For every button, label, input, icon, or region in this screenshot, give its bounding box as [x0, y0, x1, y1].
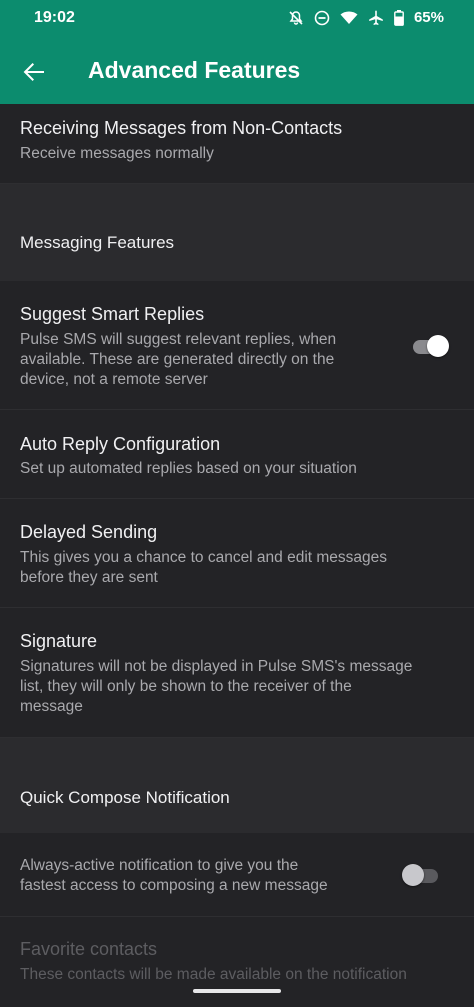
battery-icon: [394, 9, 404, 26]
pref-summary-line: Signatures will not be displayed in Puls…: [20, 658, 413, 675]
airplane-icon: [368, 10, 384, 26]
app-bar: Advanced Features: [0, 38, 474, 104]
pref-title: Suggest Smart Replies: [20, 304, 205, 324]
pref-signature[interactable]: Signature Signatures will not be display…: [0, 608, 474, 738]
pref-suggest-smart-replies[interactable]: Suggest Smart Replies Pulse SMS will sug…: [0, 281, 474, 410]
pref-summary-line: before they are sent: [20, 569, 158, 586]
pref-non-contacts[interactable]: Receiving Messages from Non-Contacts Rec…: [0, 104, 474, 184]
pref-title: Signature: [20, 631, 98, 651]
pref-summary: Set up automated replies based on your s…: [20, 460, 357, 477]
toggle-thumb: [402, 864, 424, 886]
category-messaging-features: Messaging Features: [0, 184, 474, 281]
gesture-nav-handle[interactable]: [193, 989, 281, 993]
pref-summary-line: available. These are generated directly …: [20, 351, 335, 368]
wifi-icon: [340, 10, 358, 26]
status-bar: 19:02 65%: [0, 0, 474, 38]
pref-favorite-contacts: Favorite contacts These contacts will be…: [0, 917, 474, 1007]
page-title: Advanced Features: [88, 57, 301, 83]
category-quick-compose: Quick Compose Notification: [0, 738, 474, 833]
pref-summary-line: Always-active notification to give you t…: [20, 857, 299, 874]
status-time: 19:02: [34, 9, 75, 26]
battery-percent: 65%: [413, 9, 444, 26]
category-title: Messaging Features: [20, 233, 175, 252]
pref-summary-line: device, not a remote server: [20, 371, 208, 388]
smart-replies-toggle[interactable]: [411, 335, 449, 357]
arrow-back-icon[interactable]: [20, 58, 48, 86]
status-icons: 65%: [288, 9, 444, 26]
notifications-off-icon: [288, 10, 304, 26]
category-title: Quick Compose Notification: [20, 788, 230, 807]
pref-summary-line: This gives you a chance to cancel and ed…: [20, 549, 388, 566]
pref-summary-line: Pulse SMS will suggest relevant replies,…: [20, 331, 337, 348]
pref-title: Delayed Sending: [20, 522, 158, 542]
pref-quick-compose[interactable]: Always-active notification to give you t…: [0, 833, 474, 917]
pref-summary-line: list, they will only be shown to the rec…: [20, 678, 352, 695]
pref-title: Auto Reply Configuration: [20, 434, 221, 454]
toggle-thumb: [427, 335, 449, 357]
pref-title: Favorite contacts: [20, 939, 158, 959]
pref-title: Receiving Messages from Non-Contacts: [20, 118, 343, 138]
pref-delayed-sending[interactable]: Delayed Sending This gives you a chance …: [0, 499, 474, 608]
pref-summary-line: fastest access to composing a new messag…: [20, 877, 328, 894]
pref-auto-reply-configuration[interactable]: Auto Reply Configuration Set up automate…: [0, 410, 474, 499]
pref-summary: Receive messages normally: [20, 145, 214, 162]
settings-list: Receiving Messages from Non-Contacts Rec…: [0, 104, 474, 1007]
pref-summary: These contacts will be made available on…: [20, 966, 407, 983]
do-not-disturb-icon: [314, 10, 330, 26]
pref-summary-line: message: [20, 698, 83, 715]
quick-compose-toggle[interactable]: [402, 864, 440, 886]
